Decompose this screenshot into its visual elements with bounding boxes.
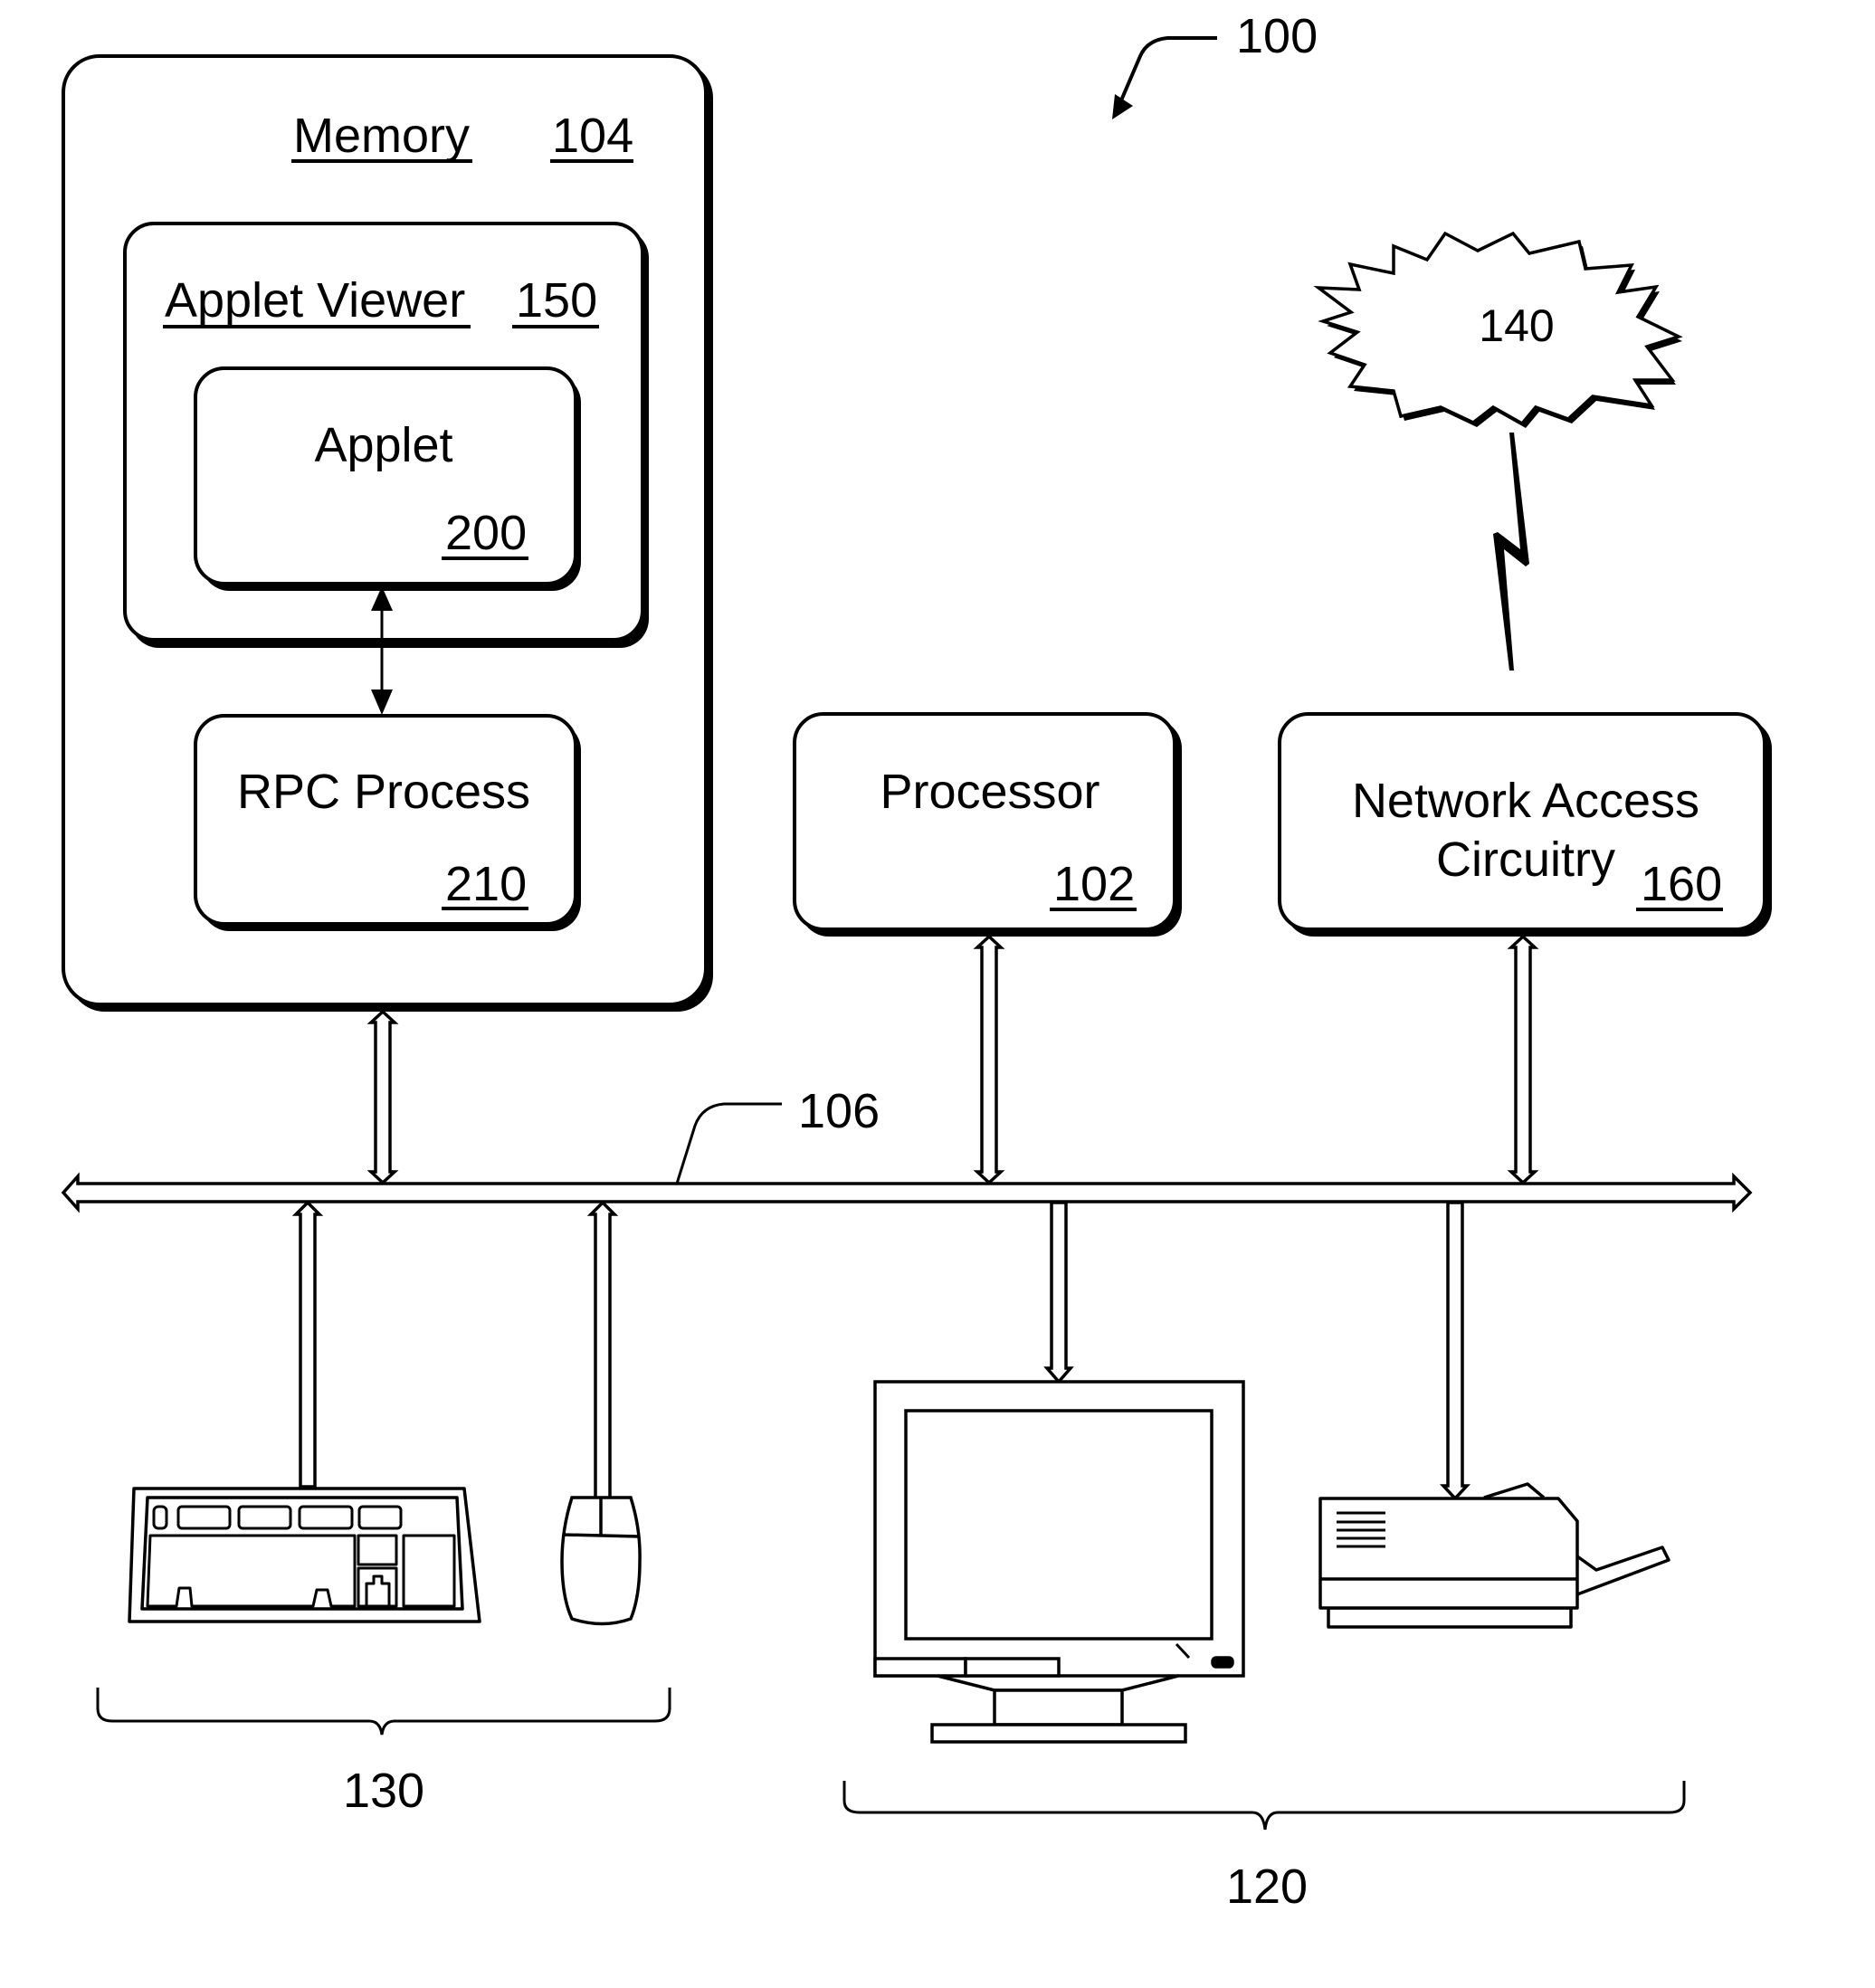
mouse-icon[interactable] [560, 1496, 642, 1626]
wireless-link-icon [1493, 433, 1529, 671]
printer-bus-connector [1439, 1201, 1471, 1501]
network-cloud-ref: 140 [1479, 300, 1554, 351]
monitor-neck-top [937, 1674, 1179, 1692]
processor-block[interactable]: Processor 102 [793, 712, 1182, 937]
network-cloud[interactable]: 140 [1313, 231, 1683, 428]
printer-paper-in [1483, 1482, 1546, 1499]
keyboard-icon[interactable] [128, 1487, 481, 1623]
input-devices-brace: 130 [96, 1688, 671, 1818]
applet-ref: 200 [445, 506, 527, 560]
monitor-icon[interactable] [873, 1380, 1245, 1744]
memory-ref: 104 [552, 109, 633, 163]
mouse-bus-connector [586, 1200, 619, 1508]
monitor-panel-right [964, 1657, 1061, 1678]
figure-ref-label: 100 [1236, 9, 1318, 63]
output-devices-ref: 120 [1226, 1860, 1308, 1914]
keyboard-outer [128, 1487, 481, 1623]
bus-ref: 106 [798, 1084, 880, 1138]
monitor-bus-connector [1043, 1201, 1074, 1384]
applet-label: Applet [314, 418, 452, 472]
network-access-label-line1: Network Access [1352, 774, 1699, 828]
system-bus: 106 [61, 1084, 1753, 1213]
monitor-screen [904, 1409, 1214, 1641]
keyboard-keys [146, 1505, 456, 1608]
keyboard-bus-connector [291, 1200, 324, 1489]
processor-label: Processor [880, 765, 1099, 819]
network-access-label-line2: Circuitry [1436, 832, 1615, 887]
mouse-button-divider [562, 1533, 640, 1538]
bus-double-arrow [61, 1172, 1753, 1213]
bus-ref-leader [675, 1102, 782, 1184]
memory-label: Memory [293, 109, 470, 163]
input-devices-ref: 130 [343, 1764, 424, 1818]
printer-foot [1327, 1606, 1573, 1629]
rpc-process-ref: 210 [445, 857, 527, 911]
monitor-panel-left [873, 1657, 967, 1678]
system-block-diagram: 100 Memory 104 Applet Viewer 150 Applet … [61, 9, 1772, 1914]
monitor-neck [993, 1688, 1124, 1726]
figure-ref-leader [1117, 36, 1217, 108]
network-access-bus-connector [1507, 934, 1539, 1185]
applet-viewer-label: Applet Viewer [165, 273, 465, 328]
processor-ref: 102 [1053, 857, 1135, 911]
rpc-process-block[interactable]: RPC Process 210 [194, 714, 581, 931]
memory-bus-connector [366, 1009, 399, 1185]
printer-output-tray [1575, 1546, 1670, 1596]
applet-viewer-ref: 150 [516, 273, 597, 328]
figure-ref-100: 100 [1112, 9, 1318, 119]
printer-body [1318, 1497, 1579, 1610]
network-access-block[interactable]: Network Access Circuitry 160 [1278, 712, 1772, 937]
network-access-ref: 160 [1641, 857, 1722, 911]
printer-icon[interactable] [1318, 1482, 1670, 1629]
monitor-base [930, 1723, 1187, 1744]
monitor-power-led [1211, 1656, 1234, 1669]
rpc-process-label: RPC Process [237, 765, 530, 819]
processor-bus-connector [973, 934, 1005, 1185]
output-devices-brace: 120 [842, 1781, 1686, 1914]
applet-block[interactable]: Applet 200 [194, 366, 581, 591]
